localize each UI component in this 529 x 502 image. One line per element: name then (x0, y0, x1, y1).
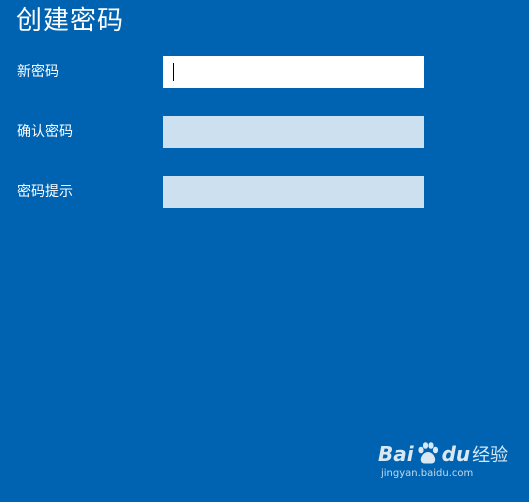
confirm-password-label: 确认密码 (17, 124, 73, 140)
watermark-brand-right: du (441, 442, 471, 466)
new-password-input[interactable] (163, 56, 424, 88)
password-hint-label: 密码提示 (17, 184, 73, 200)
watermark-url: jingyan.baidu.com (381, 468, 474, 479)
confirm-password-row: 确认密码 (0, 116, 529, 148)
baidu-paw-icon (418, 442, 438, 464)
watermark-brand-left: Bai (378, 442, 414, 466)
create-password-page: 创建密码 新密码 确认密码 密码提示 Bai du 经验 jingyan.bai… (0, 0, 529, 502)
page-title: 创建密码 (16, 6, 125, 36)
password-hint-input[interactable] (163, 176, 424, 208)
new-password-label: 新密码 (17, 64, 59, 80)
baidu-jingyan-watermark: Bai du 经验 jingyan.baidu.com (378, 440, 508, 484)
text-cursor (173, 63, 174, 81)
password-hint-row: 密码提示 (0, 176, 529, 208)
confirm-password-input[interactable] (163, 116, 424, 148)
watermark-product: 经验 (472, 445, 509, 466)
watermark-brand: Bai du 经验 (378, 440, 508, 468)
new-password-row: 新密码 (0, 56, 529, 88)
